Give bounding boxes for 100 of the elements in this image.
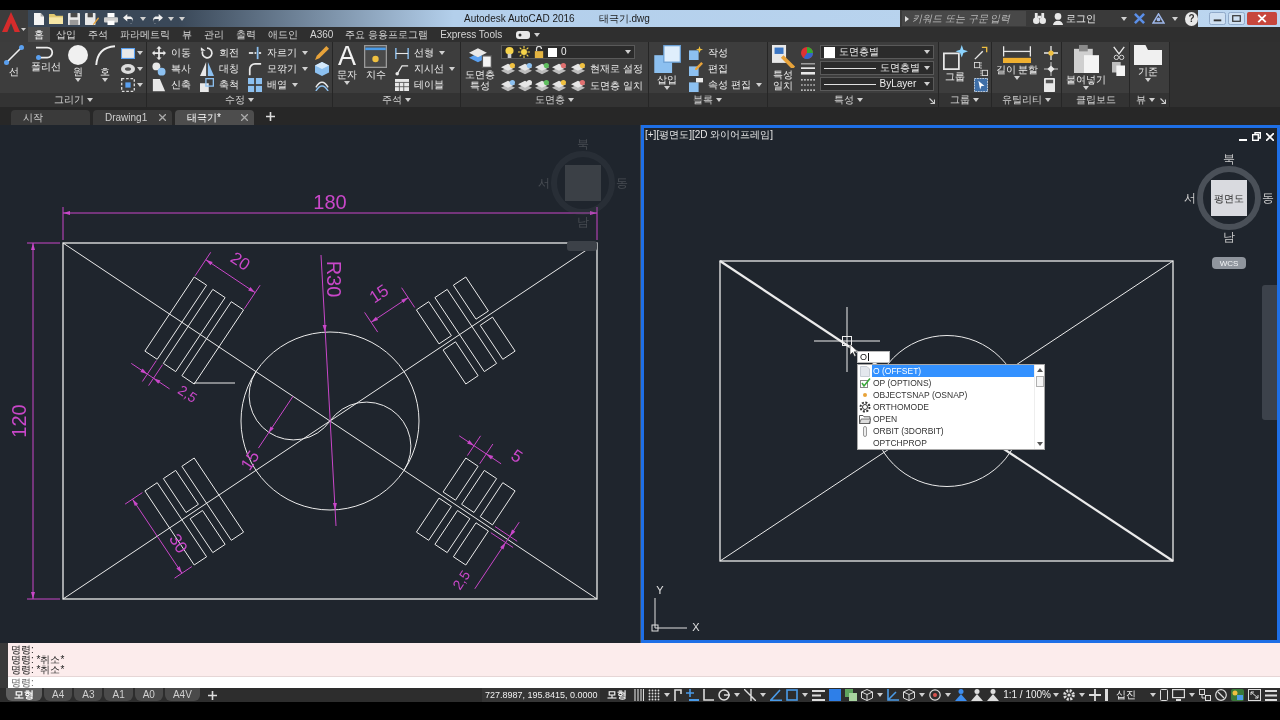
gizmo-circle-icon[interactable] [929, 689, 942, 701]
suggestion-item[interactable]: ORBIT (3DORBIT) [872, 425, 1034, 437]
sign-in-button[interactable]: 로그인 [1066, 12, 1096, 25]
tool-button[interactable]: 복사 [150, 61, 193, 77]
stacked-squares-icon[interactable] [845, 689, 858, 701]
layout-tab[interactable]: 모형 [6, 688, 42, 701]
tool-button[interactable]: 폴리선 [30, 45, 62, 72]
caret-icon[interactable] [919, 693, 926, 697]
file-tab[interactable]: 시작 [11, 110, 90, 125]
caret-icon[interactable] [877, 693, 884, 697]
undo-arrow-icon[interactable] [123, 13, 135, 24]
dynamic-input-field[interactable]: O [857, 351, 890, 363]
caret-icon[interactable] [534, 32, 541, 37]
tool-button[interactable]: 편집 [686, 61, 764, 77]
caret-icon[interactable] [716, 98, 723, 102]
tool-button[interactable]: 속성 편집 [686, 77, 764, 93]
panel-title[interactable]: 뷰 [1136, 94, 1147, 106]
tool-button[interactable]: 특성 일치 [770, 45, 796, 91]
suggestion-item[interactable]: OPEN [872, 413, 1034, 425]
angle-icon[interactable] [770, 689, 783, 701]
search-field[interactable]: 키워드 또는 구문 입력 [902, 11, 1026, 26]
layout-tab[interactable]: A3 [74, 688, 103, 701]
ribbon-tab[interactable]: Express Tools [434, 27, 509, 42]
crossed-lines-icon[interactable] [744, 689, 757, 701]
caret-icon[interactable] [137, 83, 143, 87]
cube-icon[interactable] [315, 62, 329, 76]
caret-icon[interactable] [567, 98, 574, 102]
gear-icon[interactable] [1063, 689, 1075, 701]
layout-tab[interactable]: A4 [44, 688, 73, 701]
plus-underline-icon[interactable] [686, 689, 700, 701]
fullscreen-icon[interactable] [1248, 689, 1261, 701]
layer-stack-icon[interactable] [535, 80, 549, 92]
plus-icon[interactable] [1089, 689, 1101, 701]
caret-icon[interactable] [1189, 693, 1195, 697]
panel-title[interactable]: 주석 [382, 94, 402, 106]
tool-button[interactable]: 붙여넣기 [1065, 45, 1108, 90]
panel-title[interactable]: 클립보드 [1075, 94, 1116, 106]
tool-button[interactable]: 모깎기 [246, 61, 310, 77]
floppy-pencil-icon[interactable] [85, 12, 99, 25]
caret-icon[interactable] [973, 98, 980, 102]
person-icon[interactable] [955, 689, 968, 701]
ribbon-tab[interactable]: 애드인 [262, 27, 304, 42]
caret-icon[interactable] [405, 98, 411, 102]
layer-stack-icon[interactable] [535, 63, 549, 75]
point-cross-icon[interactable] [1044, 46, 1059, 60]
plus-icon[interactable] [207, 690, 217, 700]
caret-icon[interactable] [86, 98, 93, 102]
caret-icon[interactable] [140, 16, 146, 21]
ribbon-tab[interactable]: 관리 [198, 27, 230, 42]
tablet-icon[interactable] [1160, 689, 1168, 701]
help-button[interactable]: ? [1185, 11, 1198, 26]
scissors-icon[interactable] [1112, 46, 1127, 60]
square-outline-icon[interactable] [786, 689, 799, 701]
scrollbar-thumb[interactable] [1035, 376, 1044, 387]
person-icon[interactable] [971, 689, 984, 701]
panel-title[interactable]: 특성 [834, 94, 855, 106]
colored-badge-icon[interactable] [1231, 689, 1244, 701]
caret-icon[interactable] [734, 693, 741, 697]
right-angle-icon[interactable] [703, 689, 715, 701]
lineweight-lines-icon[interactable] [800, 63, 815, 75]
file-tab[interactable]: Drawing1 [93, 110, 172, 125]
launcher-arrow-icon[interactable] [1160, 98, 1167, 104]
caret-icon[interactable] [1121, 16, 1127, 21]
diamond-cross-icon[interactable] [1044, 62, 1059, 76]
cube-outline-icon[interactable] [903, 689, 916, 701]
x-shape-icon[interactable] [1134, 13, 1145, 24]
suggestion-item[interactable]: ORTHOMODE [872, 401, 1034, 413]
tool-button[interactable]: 테이블 [393, 77, 457, 93]
dropdown-field[interactable]: 0 [501, 45, 635, 59]
dropdown-field[interactable]: 도면층별 [819, 45, 934, 59]
vertical-lines-icon[interactable] [634, 689, 645, 701]
caret-icon[interactable] [945, 693, 952, 697]
tool-button[interactable]: 현재로 설정 [569, 61, 645, 77]
ribbon-tab[interactable]: 주석 [82, 27, 114, 42]
new-file-icon[interactable] [34, 12, 44, 25]
caret-icon[interactable] [664, 693, 671, 697]
ribbon-tab[interactable]: 출력 [230, 27, 262, 42]
tool-button[interactable]: 호 [94, 45, 116, 82]
annotation-scale-button[interactable]: 1:1 / 100% [1003, 689, 1059, 701]
filled-square-icon[interactable] [829, 689, 842, 701]
tool-button[interactable]: 기준 [1133, 45, 1164, 82]
units-button[interactable]: 십진 [1116, 689, 1156, 701]
pencil-icon[interactable] [315, 46, 329, 60]
restore-icon[interactable] [1228, 12, 1245, 25]
caret-icon[interactable] [760, 693, 767, 697]
tool-button[interactable]: 자르기 [246, 45, 310, 61]
tool-button[interactable]: 배열 [246, 77, 310, 93]
panel-title[interactable]: 유틸리티 [1001, 94, 1042, 106]
layout-tab[interactable]: A4V [164, 688, 200, 701]
tool-button[interactable]: 대칭 [198, 61, 241, 77]
printer-icon[interactable] [104, 12, 118, 25]
dashed-square-icon[interactable] [121, 78, 135, 92]
suggestion-item[interactable]: OPTCHPROP [872, 437, 1034, 449]
layer-stack-icon[interactable] [552, 63, 566, 75]
caret-icon[interactable] [137, 67, 143, 71]
tool-button[interactable]: 회전 [198, 45, 241, 61]
scroll-down-icon[interactable] [1036, 442, 1043, 446]
tool-button[interactable]: A 문자 [336, 45, 358, 85]
triangle-nodes-icon[interactable] [1152, 13, 1165, 24]
suggestion-item[interactable]: OBJECTSNAP (OSNAP) [872, 389, 1034, 401]
